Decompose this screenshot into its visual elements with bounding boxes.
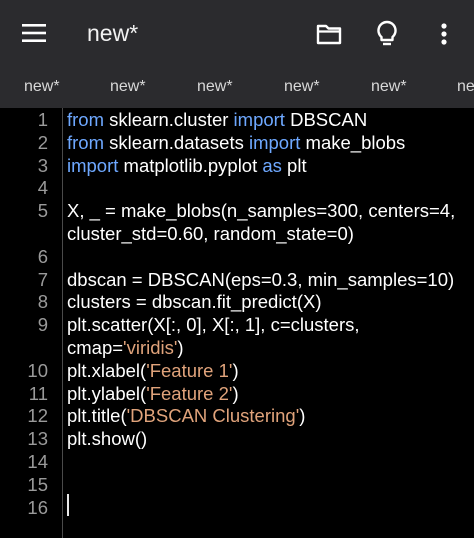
code-token: plt.show() xyxy=(67,428,148,450)
line-number: 15 xyxy=(27,473,48,495)
code-line: 16 xyxy=(0,496,474,519)
code-token: ) xyxy=(232,359,239,381)
file-tab-bar: new* new* new* new* new* ne xyxy=(0,66,474,108)
file-tab[interactable]: new* xyxy=(110,78,146,96)
code-token: ) xyxy=(299,405,306,427)
code-text: plt.scatter(X[:, 0], X[:, 1], c=clusters… xyxy=(67,313,360,336)
code-line: 7 dbscan = DBSCAN(eps=0.3, min_samples=10… xyxy=(0,268,474,291)
line-number: 10 xyxy=(27,359,48,381)
line-number: 14 xyxy=(27,451,48,472)
code-text: cmap='viridis') xyxy=(67,336,184,359)
overflow-menu-button[interactable] xyxy=(426,16,462,52)
code-line: 11 plt.ylabel('Feature 2') xyxy=(0,382,474,405)
code-line: cmap='viridis') xyxy=(0,336,474,359)
app-bar: new* xyxy=(0,0,474,66)
code-token: sklearn.datasets xyxy=(104,131,249,153)
code-string: 'Feature 2' xyxy=(146,382,233,404)
menu-button[interactable] xyxy=(12,18,56,48)
menu-icon xyxy=(22,24,46,42)
code-token: DBSCAN xyxy=(284,109,368,130)
code-token: sklearn.cluster xyxy=(104,109,234,130)
line-number: 13 xyxy=(27,428,48,450)
code-keyword: from xyxy=(67,109,104,130)
line-number: 7 xyxy=(37,268,48,290)
code-token: cluster_std=0.60, random_state=0) xyxy=(67,223,354,244)
code-text: import matplotlib.pyplot as plt xyxy=(67,154,307,177)
code-line: 10 plt.xlabel('Feature 1') xyxy=(0,359,474,382)
code-editor[interactable]: 1 from sklearn.cluster import DBSCAN 2 from… xyxy=(0,108,474,538)
code-line: 14 xyxy=(0,450,474,473)
line-number: 12 xyxy=(27,405,48,427)
code-line: 2 from sklearn.datasets import make_blobs xyxy=(0,131,474,154)
code-text: plt.ylabel('Feature 2') xyxy=(67,382,239,405)
line-number: 4 xyxy=(37,177,48,199)
code-token: plt.title( xyxy=(67,405,127,427)
lightbulb-icon xyxy=(377,20,397,46)
code-keyword: import xyxy=(233,109,285,130)
code-line: 4 xyxy=(0,176,474,199)
code-text: plt.show() xyxy=(67,427,147,450)
code-token: clusters = dbscan.fit_predict(X) xyxy=(67,291,322,313)
code-line: 5 X, _ = make_blobs(n_samples=300, center… xyxy=(0,199,474,222)
code-keyword: import xyxy=(67,154,119,176)
line-number: 3 xyxy=(37,154,48,176)
code-string: 'Feature 1' xyxy=(146,359,233,381)
line-number: 5 xyxy=(37,200,48,222)
code-text: cluster_std=0.60, random_state=0) xyxy=(67,222,354,245)
code-token: matplotlib.pyplot xyxy=(118,154,263,176)
code-line: 12 plt.title('DBSCAN Clustering') xyxy=(0,404,474,427)
code-token: plt.xlabel( xyxy=(67,359,147,381)
line-number: 11 xyxy=(28,382,48,404)
open-folder-button[interactable] xyxy=(311,16,347,52)
code-line: cluster_std=0.60, random_state=0) xyxy=(0,222,474,245)
code-text: clusters = dbscan.fit_predict(X) xyxy=(67,290,321,313)
line-number: 8 xyxy=(37,291,48,313)
code-token: make_blobs xyxy=(300,131,406,153)
code-text: plt.xlabel('Feature 1') xyxy=(67,359,239,382)
code-token: ) xyxy=(232,382,239,404)
line-number: 16 xyxy=(27,496,48,518)
more-vert-icon xyxy=(441,23,447,45)
code-line: 13 plt.show() xyxy=(0,427,474,450)
code-text: from sklearn.datasets import make_blobs xyxy=(67,131,405,154)
file-tab[interactable]: new* xyxy=(24,78,60,96)
file-tab[interactable]: new* xyxy=(371,78,407,96)
code-token: plt xyxy=(281,154,307,176)
file-tab[interactable]: new* xyxy=(197,78,233,96)
code-keyword: from xyxy=(67,131,104,153)
code-text: X, _ = make_blobs(n_samples=300, centers… xyxy=(67,199,455,222)
line-number: 6 xyxy=(37,245,48,267)
code-text: from sklearn.cluster import DBSCAN xyxy=(67,108,367,131)
line-number: 9 xyxy=(37,314,48,336)
code-token: X, _ = make_blobs(n_samples=300, centers… xyxy=(67,200,456,222)
hint-button[interactable] xyxy=(369,16,405,52)
line-number: 2 xyxy=(37,131,48,153)
code-text: dbscan = DBSCAN(eps=0.3, min_samples=10) xyxy=(67,268,454,291)
code-token: plt.ylabel( xyxy=(67,382,147,404)
code-keyword: import xyxy=(249,131,301,153)
file-title: new* xyxy=(87,20,139,46)
code-line: 15 xyxy=(0,473,474,496)
code-line: 1 from sklearn.cluster import DBSCAN xyxy=(0,108,474,131)
code-token: dbscan = DBSCAN(eps=0.3, min_samples=10) xyxy=(67,268,455,290)
folder-icon xyxy=(316,24,342,45)
code-line: 3 import matplotlib.pyplot as plt xyxy=(0,154,474,177)
code-line: 8 clusters = dbscan.fit_predict(X) xyxy=(0,290,474,313)
code-string: 'DBSCAN Clustering' xyxy=(126,405,300,427)
code-line: 6 xyxy=(0,245,474,268)
code-token: ) xyxy=(177,337,184,358)
code-line: 9 plt.scatter(X[:, 0], X[:, 1], c=cluster… xyxy=(0,313,474,336)
file-tab[interactable]: ne xyxy=(457,78,474,96)
code-token: plt.scatter(X[:, 0], X[:, 1], c=clusters… xyxy=(67,314,360,336)
code-keyword: as xyxy=(262,154,282,176)
code-text: plt.title('DBSCAN Clustering') xyxy=(67,404,305,427)
file-tab[interactable]: new* xyxy=(284,78,320,96)
code-string: 'viridis' xyxy=(123,337,178,358)
line-number: 1 xyxy=(37,109,48,130)
code-token: cmap= xyxy=(67,337,124,358)
